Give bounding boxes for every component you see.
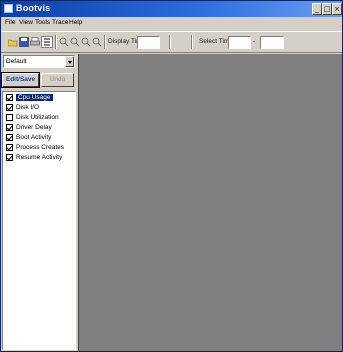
checkbox[interactable] xyxy=(6,124,13,131)
close-button[interactable]: × xyxy=(332,3,342,15)
checkbox[interactable] xyxy=(6,94,13,101)
menu-help[interactable]: Help xyxy=(69,19,82,26)
open-icon[interactable] xyxy=(8,37,18,47)
save-icon[interactable] xyxy=(19,37,29,47)
main-window: Bootvis _ □ × File View Tools Trace Help xyxy=(0,0,343,352)
checkbox[interactable] xyxy=(6,114,13,121)
list-item[interactable]: Cpu Usage xyxy=(5,93,75,103)
zoom-fit-icon[interactable] xyxy=(81,37,91,47)
list-item-label: Boot Activity xyxy=(16,134,52,141)
list-item[interactable]: Boot Activity xyxy=(5,133,75,143)
left-panel: Default Edit/Save Undo Cpu Usage Disk I/… xyxy=(1,54,77,351)
maximize-button[interactable]: □ xyxy=(322,3,332,15)
toolbar: Display Time Select Time - xyxy=(1,31,342,53)
list-item-label: Driver Delay xyxy=(16,124,52,131)
list-icon[interactable] xyxy=(41,36,53,48)
checkbox[interactable] xyxy=(6,104,13,111)
menu-view[interactable]: View xyxy=(19,19,33,26)
list-item-label: Disk I/O xyxy=(16,104,40,111)
menu-bar: File View Tools Trace Help xyxy=(1,18,342,30)
graph-workspace[interactable] xyxy=(78,54,342,351)
list-item[interactable]: Process Creates xyxy=(5,143,75,153)
select-time-from-input[interactable] xyxy=(228,36,251,49)
graph-checklist: Cpu Usage Disk I/O Disk Utilization Driv… xyxy=(2,91,76,350)
list-item[interactable]: Disk Utilization xyxy=(5,113,75,123)
menu-file[interactable]: File xyxy=(5,19,15,26)
zoom-reset-icon[interactable] xyxy=(92,37,102,47)
app-icon xyxy=(4,4,13,13)
display-time-input[interactable] xyxy=(137,36,160,49)
zoom-in-icon[interactable] xyxy=(59,37,69,47)
minimize-button[interactable]: _ xyxy=(312,3,322,15)
zoom-out-icon[interactable] xyxy=(70,37,80,47)
preset-dropdown[interactable]: Default xyxy=(3,55,75,68)
select-time-to-input[interactable] xyxy=(260,36,284,49)
window-title: Bootvis xyxy=(16,3,51,13)
checkbox[interactable] xyxy=(6,154,13,161)
toolbar-separator xyxy=(104,35,106,49)
toolbar-separator xyxy=(55,35,57,49)
list-item-label: Cpu Usage xyxy=(16,94,53,101)
list-item[interactable]: Disk I/O xyxy=(5,103,75,113)
dash-separator: - xyxy=(253,38,256,45)
print-icon[interactable] xyxy=(30,37,40,47)
list-item-label: Resume Activity xyxy=(16,154,63,161)
list-item-label: Disk Utilization xyxy=(16,114,59,121)
list-item[interactable]: Resume Activity xyxy=(5,153,75,163)
title-bar[interactable]: Bootvis _ □ × xyxy=(1,1,342,17)
chevron-down-icon[interactable] xyxy=(65,56,74,67)
edit-save-button[interactable]: Edit/Save xyxy=(1,72,40,88)
toolbar-separator xyxy=(191,35,193,49)
checkbox[interactable] xyxy=(6,134,13,141)
list-item[interactable]: Driver Delay xyxy=(5,123,75,133)
menu-trace[interactable]: Trace xyxy=(52,19,68,26)
list-item-label: Process Creates xyxy=(16,144,65,151)
preset-value: Default xyxy=(6,58,27,65)
menu-tools[interactable]: Tools xyxy=(35,19,50,26)
checkbox[interactable] xyxy=(6,144,13,151)
toolbar-separator xyxy=(169,35,171,49)
undo-button[interactable]: Undo xyxy=(41,73,74,87)
